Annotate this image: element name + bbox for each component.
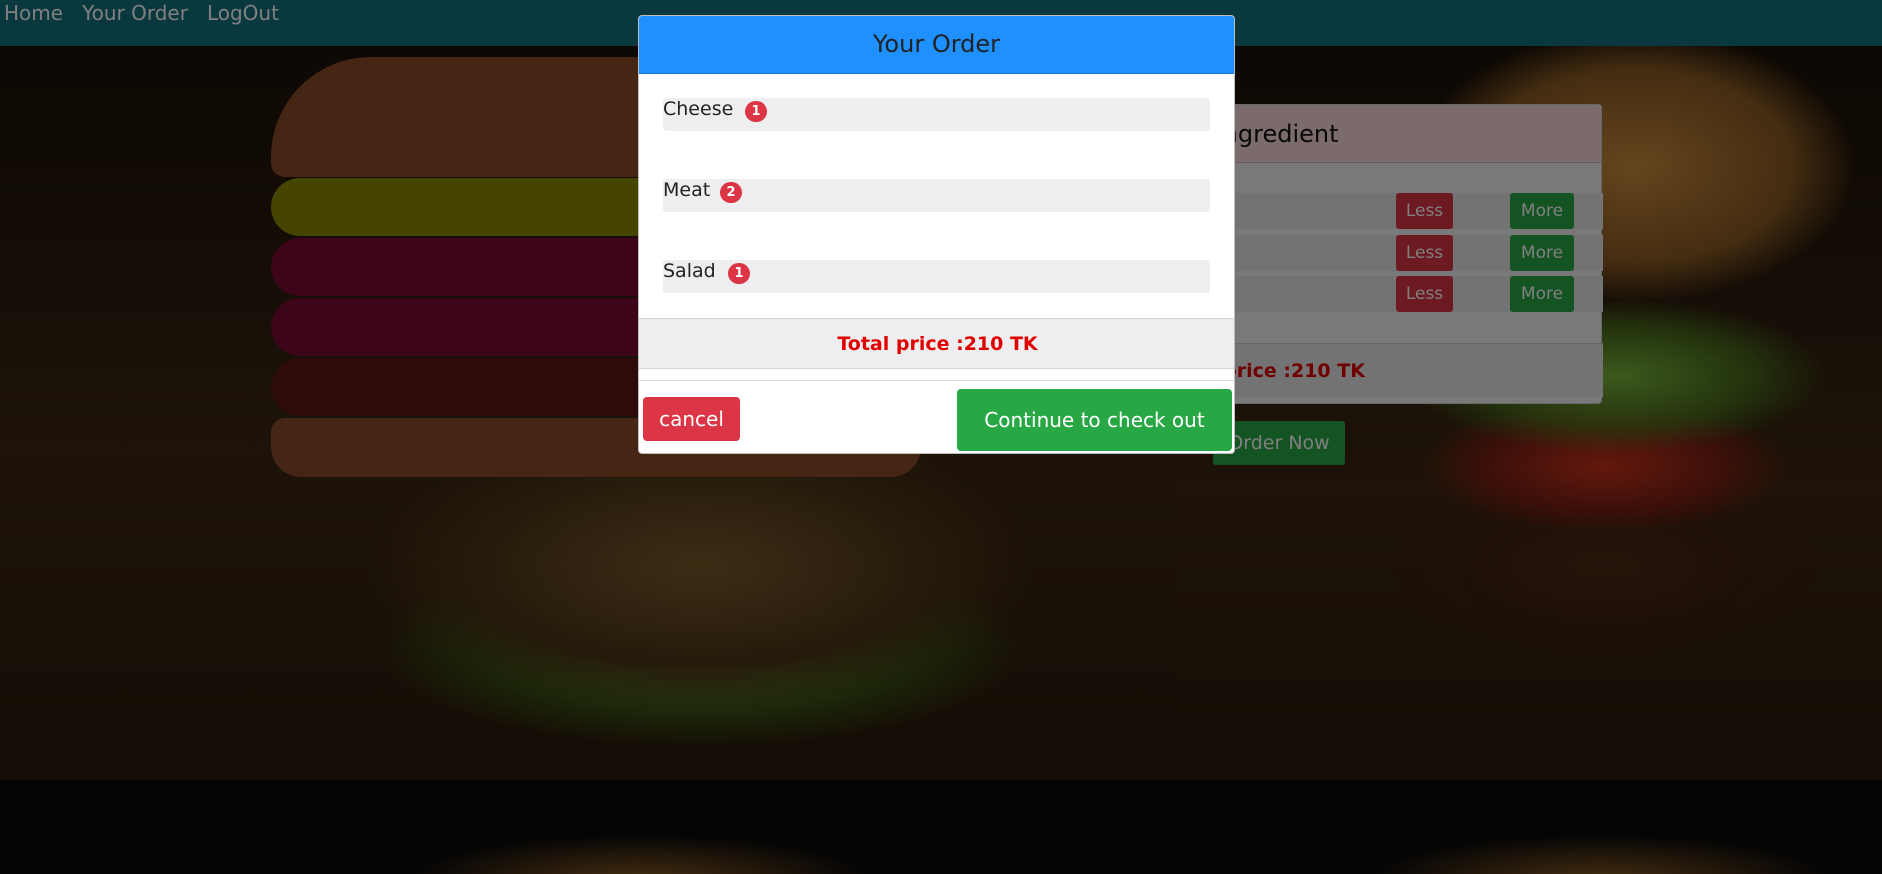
cancel-button[interactable]: cancel [643,397,740,441]
order-item-count-badge: 2 [720,182,742,203]
modal-title: Your Order [639,16,1234,74]
order-item-name: Cheese [663,98,734,120]
order-item-cheese: Cheese 1 [663,98,1210,131]
continue-checkout-button[interactable]: Continue to check out [957,389,1232,451]
order-item-salad: Salad 1 [663,260,1210,293]
modal-footer: cancel Continue to check out [639,380,1234,453]
order-item-count-badge: 1 [745,101,767,122]
order-modal: Your Order Cheese 1 Meat 2 Salad 1 Total… [638,15,1235,454]
order-item-meat: Meat 2 [663,179,1210,212]
order-item-name: Salad [663,260,716,282]
order-item-count-badge: 1 [728,263,750,284]
order-item-name: Meat [663,179,711,201]
order-total-price: Total price :210 TK [639,318,1234,369]
